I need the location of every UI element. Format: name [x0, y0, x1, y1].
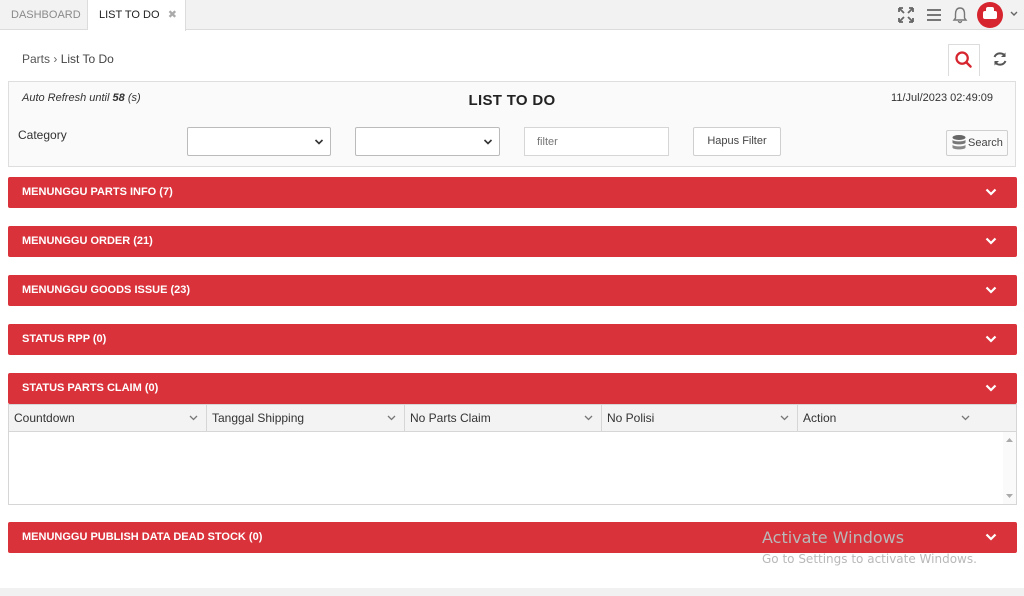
- close-tab-icon[interactable]: ✖: [168, 0, 177, 30]
- scroll-up-icon[interactable]: [1006, 437, 1013, 443]
- chevron-down-icon[interactable]: [780, 414, 789, 422]
- search-icon: [955, 51, 972, 68]
- category-label: Category: [18, 128, 67, 142]
- tab-list-to-do[interactable]: LIST TO DO ✖: [88, 0, 186, 31]
- scroll-down-icon[interactable]: [1006, 493, 1013, 499]
- tab-label: LIST TO DO: [99, 9, 160, 21]
- page-title: LIST TO DO: [468, 92, 556, 109]
- section-label: MENUNGGU PARTS INFO (7): [22, 186, 173, 198]
- breadcrumb-current: List To Do: [60, 52, 114, 66]
- footer-bar: [0, 588, 1024, 596]
- section-label: MENUNGGU GOODS ISSUE (23): [22, 284, 191, 296]
- search-button-label: Search: [968, 137, 1003, 149]
- car-avatar-icon[interactable]: [977, 2, 1003, 28]
- auto-refresh-text: Auto Refresh until 58 (s): [22, 92, 141, 104]
- chevron-down-icon: [314, 139, 324, 145]
- parts-claim-grid: Countdown Tanggal Shipping No Parts Clai…: [8, 404, 1017, 505]
- search-toggle-button[interactable]: [948, 44, 980, 76]
- auto-refresh-seconds: 58: [112, 92, 125, 104]
- filter-input[interactable]: [524, 127, 669, 156]
- chevron-down-icon[interactable]: [985, 334, 997, 344]
- chevron-down-icon[interactable]: [1009, 9, 1019, 19]
- breadcrumb: Parts › List To Do: [22, 52, 114, 66]
- chevron-down-icon[interactable]: [387, 414, 396, 422]
- activation-watermark: Activate Windows Go to Settings to activ…: [762, 528, 977, 566]
- section-label: STATUS PARTS CLAIM (0): [22, 382, 159, 394]
- clear-filter-button[interactable]: Hapus Filter: [693, 127, 781, 156]
- chevron-down-icon: [483, 139, 493, 145]
- chevron-down-icon[interactable]: [985, 236, 997, 246]
- search-button[interactable]: Search: [946, 130, 1008, 156]
- chevron-down-icon[interactable]: [985, 383, 997, 393]
- section-label: STATUS RPP (0): [22, 333, 107, 345]
- section-status-parts-claim[interactable]: STATUS PARTS CLAIM (0): [8, 373, 1017, 404]
- grid-header: Countdown Tanggal Shipping No Parts Clai…: [9, 405, 1016, 432]
- column-action[interactable]: Action: [798, 405, 978, 432]
- section-label: MENUNGGU PUBLISH DATA DEAD STOCK (0): [22, 531, 263, 543]
- menu-icon[interactable]: [925, 6, 943, 24]
- refresh-icon[interactable]: [990, 49, 1010, 69]
- column-no-polisi[interactable]: No Polisi: [602, 405, 798, 432]
- section-label: MENUNGGU ORDER (21): [22, 235, 153, 247]
- chevron-down-icon[interactable]: [985, 187, 997, 197]
- subcategory-select[interactable]: [355, 127, 500, 156]
- top-bar: DASHBOARD LIST TO DO ✖: [0, 0, 1024, 31]
- category-select[interactable]: [187, 127, 331, 156]
- column-no-parts-claim[interactable]: No Parts Claim: [405, 405, 602, 432]
- column-countdown[interactable]: Countdown: [9, 405, 207, 432]
- fullscreen-icon[interactable]: [897, 6, 915, 24]
- chevron-down-icon[interactable]: [985, 285, 997, 295]
- database-icon: [952, 135, 966, 150]
- section-status-rpp[interactable]: STATUS RPP (0): [8, 324, 1017, 355]
- section-parts-info[interactable]: MENUNGGU PARTS INFO (7): [8, 177, 1017, 208]
- chevron-down-icon[interactable]: [584, 414, 593, 422]
- breadcrumb-parent[interactable]: Parts: [22, 52, 50, 66]
- current-datetime: 11/Jul/2023 02:49:09: [891, 92, 993, 104]
- chevron-down-icon[interactable]: [961, 414, 970, 422]
- grid-scrollbar[interactable]: [1003, 432, 1016, 504]
- chevron-down-icon[interactable]: [985, 532, 997, 542]
- tab-dashboard[interactable]: DASHBOARD: [0, 0, 88, 30]
- bell-icon[interactable]: [951, 6, 969, 24]
- section-order[interactable]: MENUNGGU ORDER (21): [8, 226, 1017, 257]
- tab-label: DASHBOARD: [11, 9, 81, 21]
- chevron-down-icon[interactable]: [189, 414, 198, 422]
- column-tanggal-shipping[interactable]: Tanggal Shipping: [207, 405, 405, 432]
- section-goods-issue[interactable]: MENUNGGU GOODS ISSUE (23): [8, 275, 1017, 306]
